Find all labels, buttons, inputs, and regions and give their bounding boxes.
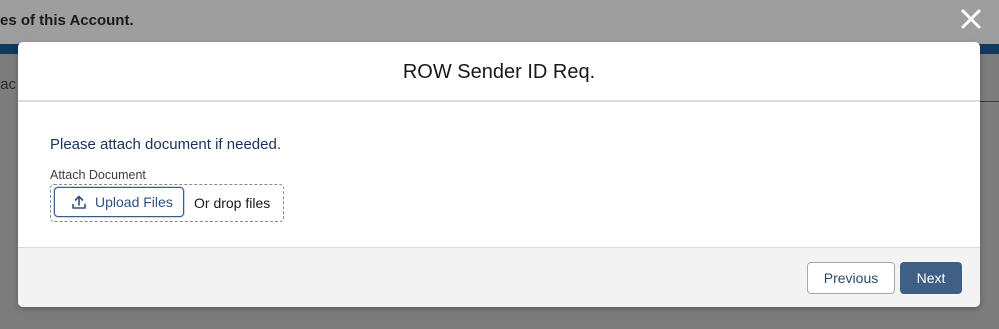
modal-header: ROW Sender ID Req. xyxy=(18,42,980,102)
instruction-text: Please attach document if needed. xyxy=(50,136,281,153)
modal-body: Please attach document if needed. Attach… xyxy=(18,102,980,247)
modal-footer: Previous Next xyxy=(18,247,980,307)
close-icon xyxy=(958,6,984,32)
background-banner: es of this Account. xyxy=(0,0,999,44)
background-tab-fragment: tac xyxy=(0,76,17,93)
modal-title: ROW Sender ID Req. xyxy=(402,60,596,83)
background-banner-text: es of this Account. xyxy=(0,12,134,29)
next-button[interactable]: Next xyxy=(900,262,962,294)
modal-dialog: ROW Sender ID Req. Please attach documen… xyxy=(18,42,980,307)
upload-files-button[interactable]: Upload Files xyxy=(54,187,184,217)
attach-document-label: Attach Document xyxy=(50,168,146,182)
close-modal-button[interactable] xyxy=(958,6,984,32)
drop-files-text: Or drop files xyxy=(194,195,271,211)
previous-button[interactable]: Previous xyxy=(807,262,895,294)
file-dropzone[interactable]: Upload Files Or drop files xyxy=(50,184,284,222)
upload-icon xyxy=(71,194,87,210)
background-divider xyxy=(980,101,999,102)
upload-files-label: Upload Files xyxy=(95,194,173,210)
